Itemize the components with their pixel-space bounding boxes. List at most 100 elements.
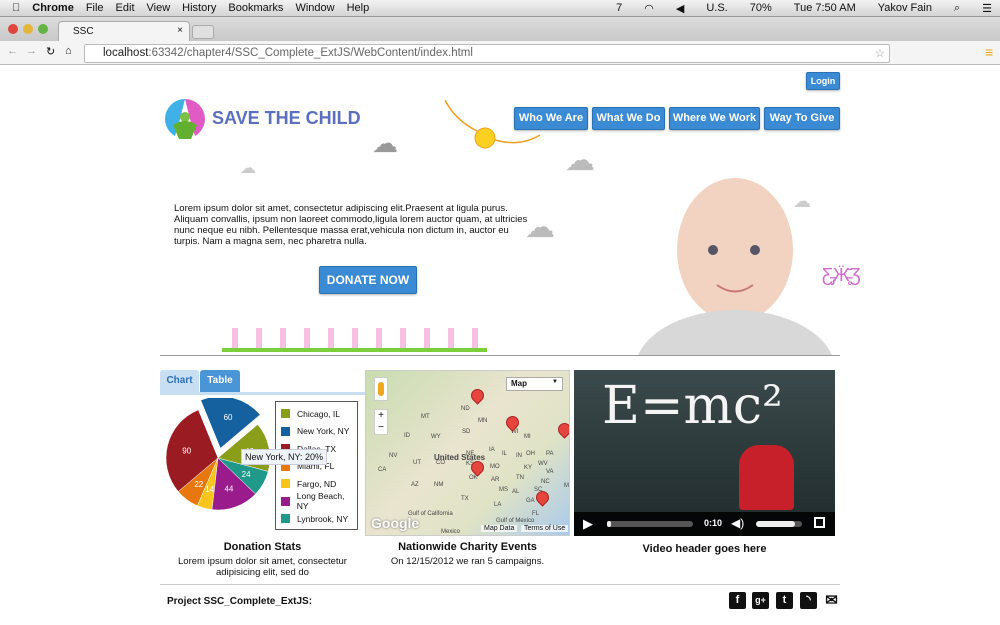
divider bbox=[160, 584, 840, 585]
legend-swatch bbox=[281, 496, 290, 506]
volume-icon[interactable]: ◀ bbox=[676, 2, 684, 15]
user-name[interactable]: Yakov Fain bbox=[878, 2, 932, 15]
zoom-control[interactable]: + − bbox=[374, 409, 388, 435]
seek-bar[interactable] bbox=[607, 521, 693, 527]
browser-toolbar: ← → ↻ ⌂ localhost:63342/chapter4/SSC_Com… bbox=[0, 41, 1000, 65]
close-window-icon[interactable] bbox=[8, 24, 18, 34]
map-label: UT bbox=[413, 460, 421, 466]
menu-edit[interactable]: Edit bbox=[116, 2, 135, 14]
google-map[interactable]: + − Map ▼ ND MN MT SD WY ID NE IA WI MI United State… bbox=[365, 370, 570, 536]
map-marker-icon[interactable] bbox=[555, 420, 569, 439]
apple-icon[interactable]:  bbox=[12, 2, 20, 14]
terms-of-use-link[interactable]: Terms of Use bbox=[521, 525, 569, 532]
tab-table[interactable]: Table bbox=[200, 370, 240, 392]
login-button[interactable]: Login bbox=[806, 72, 840, 90]
wifi-icon[interactable]: ◠ bbox=[644, 2, 654, 15]
map-label: KY bbox=[524, 465, 533, 471]
notifications-icon[interactable]: ☰ bbox=[982, 2, 992, 15]
pie-value-label: 90 bbox=[182, 446, 191, 455]
pegman-icon[interactable] bbox=[374, 377, 388, 401]
logo-icon bbox=[165, 99, 205, 139]
map-label: LA bbox=[494, 502, 502, 508]
home-icon[interactable]: ⌂ bbox=[65, 45, 72, 57]
sun-drawing-icon bbox=[444, 99, 541, 149]
map-label: CA bbox=[378, 467, 387, 473]
map-label: MN bbox=[478, 418, 488, 424]
zoom-in-icon[interactable]: + bbox=[375, 410, 387, 422]
map-type-select[interactable]: Map ▼ bbox=[506, 377, 563, 391]
nav-way-to-give[interactable]: Way To Give bbox=[764, 107, 840, 130]
menu-app[interactable]: Chrome bbox=[32, 2, 74, 14]
legend-item[interactable]: Fargo, ND bbox=[276, 475, 357, 493]
legend-item[interactable]: Long Beach, NY bbox=[276, 491, 357, 511]
tab-title: SSC bbox=[73, 26, 94, 37]
legend-item[interactable]: Chicago, IL bbox=[276, 405, 357, 423]
email-icon[interactable]: ✉ bbox=[823, 592, 840, 609]
chrome-menu-icon[interactable]: ≡ bbox=[985, 44, 993, 60]
reload-icon[interactable]: ↻ bbox=[46, 45, 55, 58]
legend-item[interactable]: New York, NY bbox=[276, 423, 357, 441]
legend-label: New York, NY bbox=[297, 426, 350, 437]
status-badge[interactable]: 7 bbox=[616, 2, 622, 15]
facebook-icon[interactable]: f bbox=[729, 592, 746, 609]
map-marker-icon[interactable] bbox=[468, 386, 487, 405]
pie-value-label: 14 bbox=[205, 485, 214, 494]
zoom-window-icon[interactable] bbox=[38, 24, 48, 34]
map-label: AR bbox=[491, 477, 500, 483]
butterfly-icon: Ƹ̵̡Ӝ̵̨̄Ʒ bbox=[822, 265, 861, 285]
input-locale[interactable]: U.S. bbox=[706, 2, 727, 15]
tab-strip bbox=[160, 392, 365, 395]
video-title: Video header goes here bbox=[642, 543, 767, 555]
legend-item[interactable]: Lynbrook, NY bbox=[276, 510, 357, 528]
minimize-window-icon[interactable] bbox=[23, 24, 33, 34]
tab-chart[interactable]: Chart bbox=[160, 370, 199, 392]
nav-what-we-do[interactable]: What We Do bbox=[592, 107, 665, 130]
google-plus-icon[interactable]: g+ bbox=[752, 592, 769, 609]
flowers-drawing bbox=[222, 328, 487, 352]
nav-where-we-work[interactable]: Where We Work bbox=[669, 107, 760, 130]
map-marker-icon[interactable] bbox=[503, 413, 522, 432]
play-icon[interactable]: ▶ bbox=[583, 516, 593, 532]
back-icon[interactable]: ← bbox=[7, 45, 18, 57]
legend-label: Chicago, IL bbox=[297, 408, 340, 419]
twitter-icon[interactable]: t bbox=[776, 592, 793, 609]
volume-slider[interactable] bbox=[756, 521, 802, 527]
stats-title: Donation Stats bbox=[223, 541, 302, 553]
spotlight-icon[interactable]: ⌕ bbox=[954, 2, 960, 15]
new-tab-button[interactable] bbox=[192, 25, 214, 39]
zoom-out-icon[interactable]: − bbox=[375, 422, 387, 434]
legend-label: Fargo, ND bbox=[297, 478, 337, 489]
bookmark-star-icon[interactable]: ☆ bbox=[875, 46, 885, 60]
menu-file[interactable]: File bbox=[86, 2, 104, 14]
browser-tab[interactable]: SSC × bbox=[58, 21, 190, 41]
map-label: GA bbox=[526, 498, 535, 504]
video-controls: ▶ 0:10 ◀) bbox=[574, 512, 835, 536]
map-label: WY bbox=[431, 434, 441, 440]
rss-icon[interactable]: ◝ bbox=[800, 592, 817, 609]
legend-swatch bbox=[281, 409, 290, 419]
map-data-link[interactable]: Map Data bbox=[481, 525, 518, 532]
forward-icon[interactable]: → bbox=[26, 45, 37, 57]
close-tab-icon[interactable]: × bbox=[177, 25, 183, 36]
menu-bookmarks[interactable]: Bookmarks bbox=[228, 2, 283, 14]
volume-icon[interactable]: ◀) bbox=[731, 516, 744, 530]
map-label: WV bbox=[538, 461, 548, 467]
donate-now-button[interactable]: DONATE NOW bbox=[319, 266, 417, 294]
menu-window[interactable]: Window bbox=[295, 2, 334, 14]
address-bar[interactable]: localhost:63342/chapter4/SSC_Complete_Ex… bbox=[84, 44, 890, 63]
mac-menubar:  Chrome File Edit View History Bookmark… bbox=[0, 0, 1000, 17]
cloud-icon: ☁ bbox=[565, 144, 595, 177]
child-photo bbox=[638, 178, 832, 355]
menu-help[interactable]: Help bbox=[347, 2, 370, 14]
map-label: MS bbox=[499, 487, 508, 493]
battery-status[interactable]: 70% bbox=[750, 2, 772, 15]
map-label: NV bbox=[389, 453, 398, 459]
map-label: CO bbox=[436, 460, 445, 466]
menu-view[interactable]: View bbox=[147, 2, 171, 14]
menu-history[interactable]: History bbox=[182, 2, 216, 14]
map-label: AL bbox=[512, 489, 520, 495]
fullscreen-icon[interactable] bbox=[814, 517, 825, 528]
video-player[interactable]: E=mc² ▶ 0:10 ◀) bbox=[574, 370, 835, 536]
clock[interactable]: Tue 7:50 AM bbox=[794, 2, 856, 15]
map-label: TN bbox=[516, 475, 524, 481]
